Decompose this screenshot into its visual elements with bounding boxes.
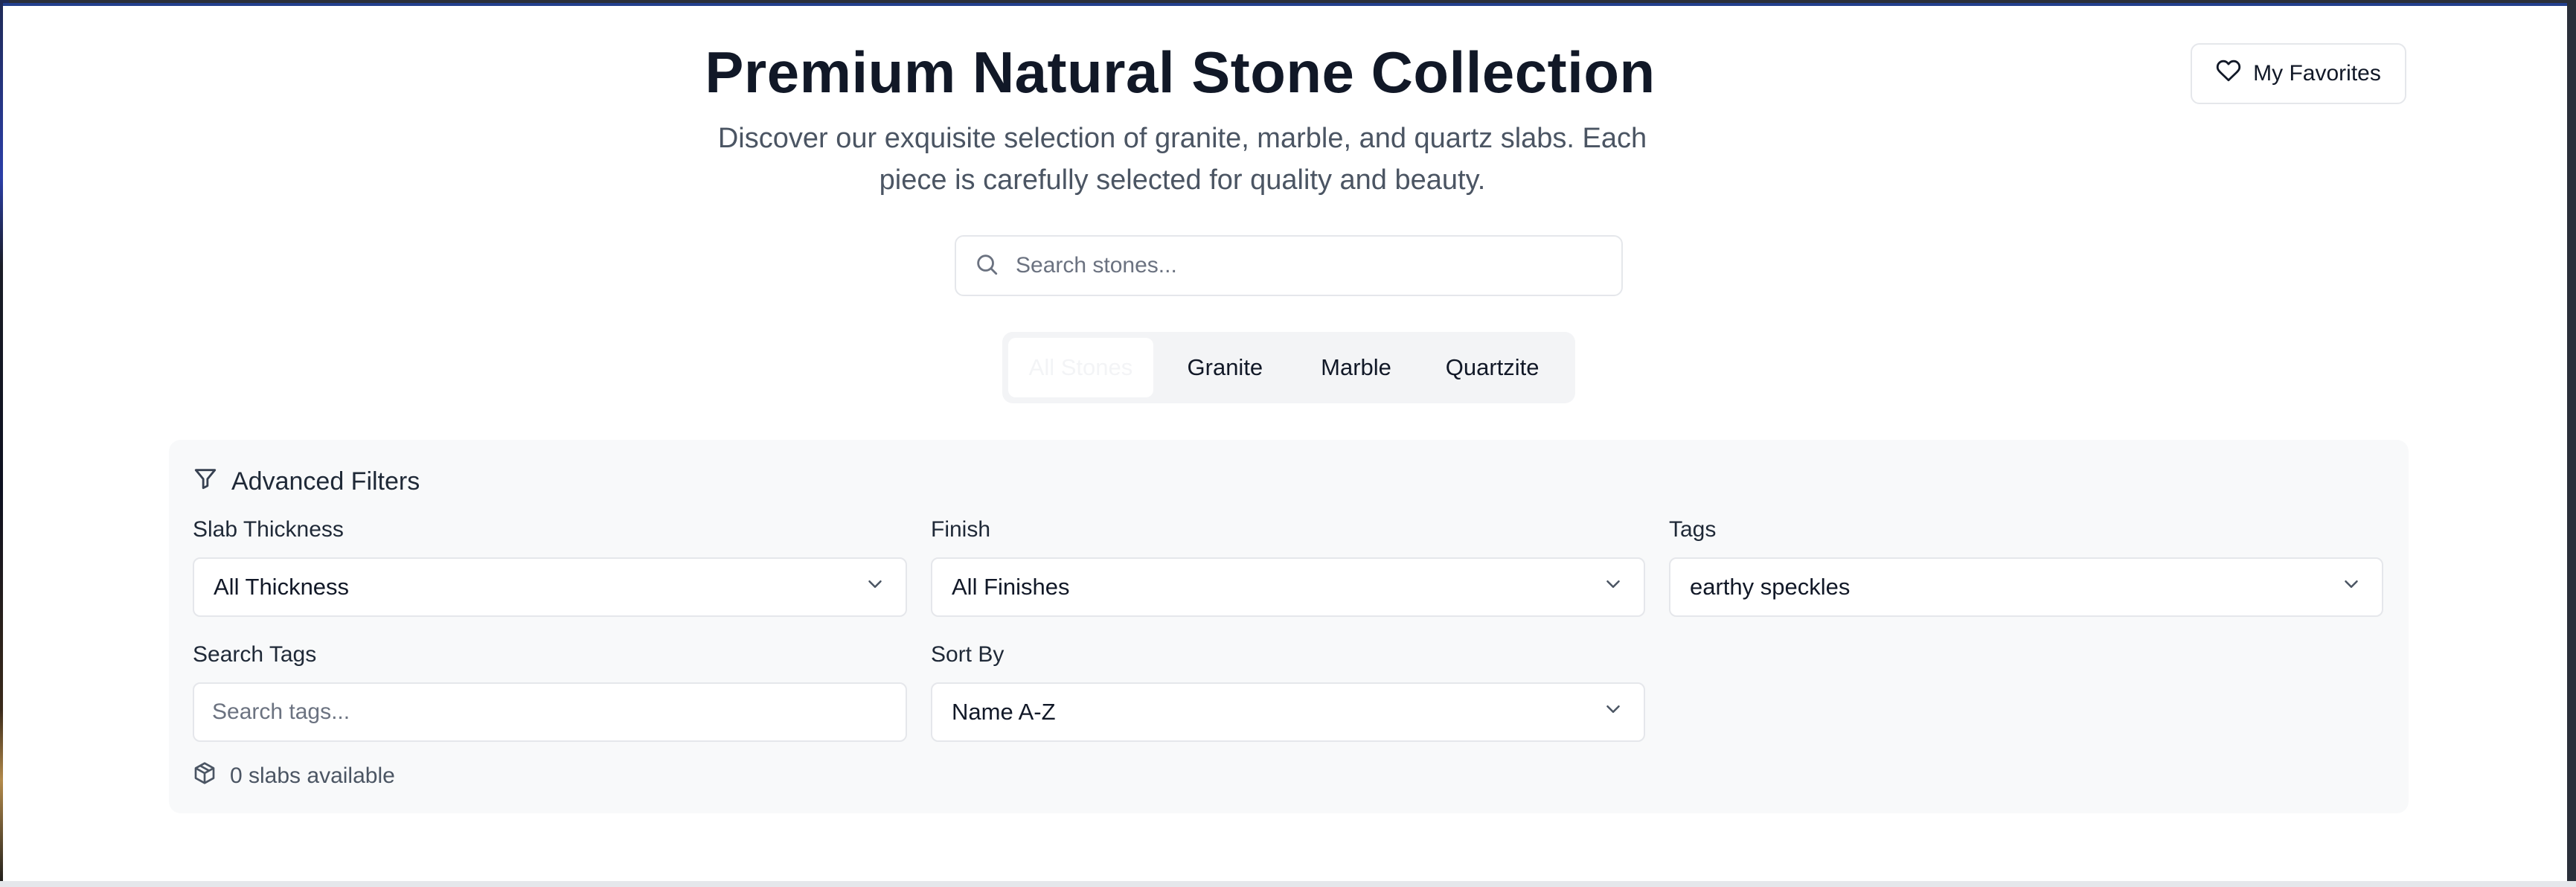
advanced-filters-label: Advanced Filters bbox=[231, 467, 420, 496]
advanced-filters-heading: Advanced Filters bbox=[193, 466, 420, 498]
bottom-edge bbox=[0, 881, 2576, 887]
sort-by-value: Name A-Z bbox=[952, 699, 1056, 725]
availability-text: 0 slabs available bbox=[230, 763, 395, 788]
page-title: Premium Natural Stone Collection bbox=[705, 39, 1656, 105]
page-subtitle: Discover our exquisite selection of gran… bbox=[717, 123, 1647, 196]
chevron-down-icon bbox=[2340, 573, 2362, 601]
slab-thickness-value: All Thickness bbox=[214, 574, 350, 600]
sort-by-label: Sort By bbox=[931, 642, 1005, 667]
tags-value: earthy speckles bbox=[1690, 574, 1851, 600]
search-tags-input[interactable] bbox=[194, 684, 906, 740]
tags-select[interactable]: earthy speckles bbox=[1669, 557, 2383, 617]
search-tags-label: Search Tags bbox=[193, 642, 317, 667]
stone-search-box[interactable] bbox=[955, 235, 1623, 296]
tab-all-stones[interactable]: All Stones bbox=[1008, 338, 1153, 397]
availability-count: 0 slabs available bbox=[193, 761, 395, 791]
tab-granite[interactable]: Granite bbox=[1153, 338, 1297, 397]
search-icon bbox=[956, 252, 999, 281]
slab-thickness-select[interactable]: All Thickness bbox=[193, 557, 907, 617]
page: My Favorites Premium Natural Stone Colle… bbox=[3, 3, 2567, 881]
finish-value: All Finishes bbox=[952, 574, 1070, 600]
tab-quartzite[interactable]: Quartzite bbox=[1415, 338, 1569, 397]
chevron-down-icon bbox=[1602, 573, 1624, 601]
package-icon bbox=[193, 761, 217, 791]
finish-select[interactable]: All Finishes bbox=[931, 557, 1645, 617]
search-tags-field[interactable] bbox=[193, 682, 907, 742]
search-input[interactable] bbox=[1016, 253, 1596, 278]
sort-by-select[interactable]: Name A-Z bbox=[931, 682, 1645, 742]
filter-icon bbox=[193, 466, 218, 498]
tags-label: Tags bbox=[1669, 517, 1717, 542]
finish-label: Finish bbox=[931, 517, 991, 542]
chevron-down-icon bbox=[864, 573, 886, 601]
chevron-down-icon bbox=[1602, 698, 1624, 726]
slab-thickness-label: Slab Thickness bbox=[193, 517, 344, 542]
tab-marble[interactable]: Marble bbox=[1297, 338, 1415, 397]
advanced-filters-panel: Advanced Filters Slab Thickness All Thic… bbox=[169, 440, 2409, 813]
category-tabs: All Stones Granite Marble Quartzite bbox=[1002, 332, 1575, 403]
